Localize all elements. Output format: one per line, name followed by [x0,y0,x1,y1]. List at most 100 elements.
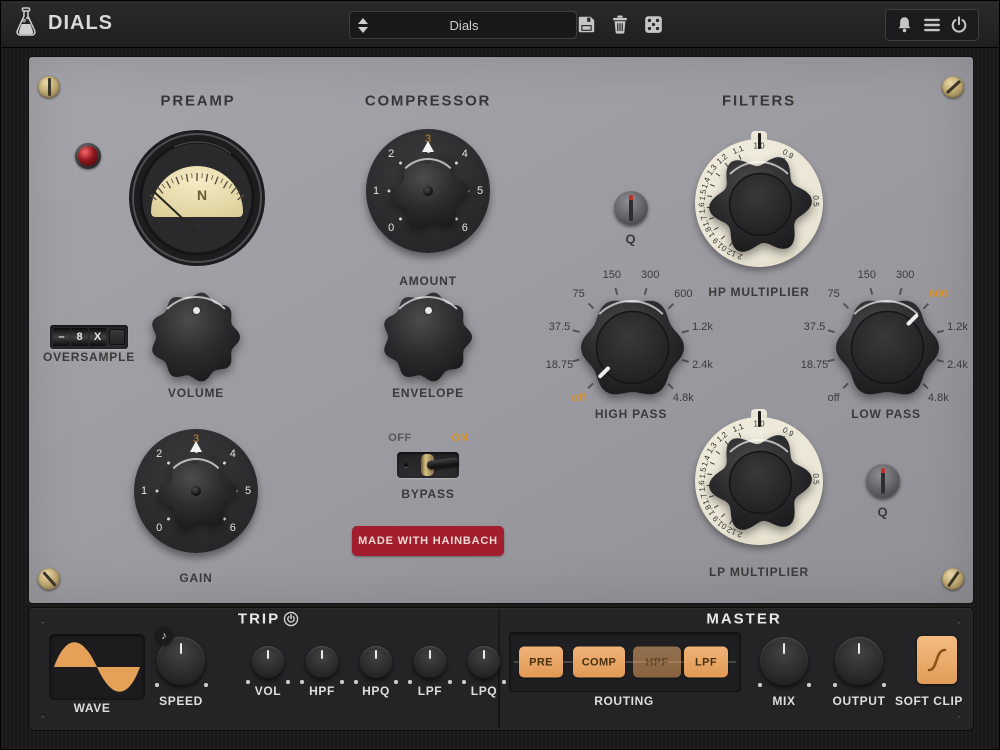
topbar: DIALS Dials [1,1,999,48]
random-preset-button[interactable] [640,10,666,38]
volume-knob[interactable] [148,290,244,386]
dial-scale-label: 18.75 [801,359,829,371]
trip-power-button[interactable] [284,612,299,627]
hp-q-label: Q [626,232,637,247]
screw-bottom-left [38,568,60,590]
dial-scale-label: 37.5 [804,321,825,333]
flask-logo-icon [13,7,39,39]
trip-knob-lpq[interactable] [468,646,500,678]
oversample-button[interactable] [109,329,125,345]
dial-knob [579,294,683,398]
trip-knob-label: LPF [418,684,442,698]
preset-selector[interactable]: Dials [349,11,577,39]
preset-down-arrow-icon[interactable] [358,27,368,33]
bypass-switch[interactable] [397,452,459,478]
output-label: OUTPUT [833,694,886,708]
mix-knob[interactable] [760,637,808,685]
hp-q-knob[interactable] [614,191,648,225]
preset-name: Dials [376,18,576,33]
dial-scale-label: 5 [245,485,251,497]
floppy-save-icon [577,15,596,34]
routing-button-hpf[interactable]: HPF [633,647,681,678]
soft-clip-curve-icon [925,645,949,675]
tempo-sync-note-icon[interactable]: ♪ [155,627,173,645]
dial-knob [707,429,811,533]
oversample-wheel: – [53,328,70,346]
power-icon [284,612,299,627]
hamburger-menu-icon [923,17,941,33]
lp-q-knob[interactable] [866,464,900,498]
envelope-knob[interactable] [380,290,476,386]
routing-button-lpf[interactable]: LPF [684,647,728,678]
trip-knob-lpf[interactable] [414,646,446,678]
knob-range-dot [340,680,344,684]
trip-knob-label: LPQ [471,684,497,698]
made-with-hainbach-badge[interactable]: MADE WITH HAINBACH [352,526,504,556]
delete-preset-button[interactable] [607,10,633,38]
bypass-off-label: OFF [388,432,412,444]
envelope-label: ENVELOPE [392,386,464,400]
trip-knob-label: HPF [309,684,335,698]
bypass-label: BYPASS [401,487,454,501]
dial-scale-label: 5 [477,185,483,197]
soft-clip-label: SOFT CLIP [895,694,963,708]
panel-dot [41,714,45,718]
notifications-button[interactable] [896,16,913,34]
soft-clip-button[interactable] [917,636,957,684]
meter-letter: N [197,187,207,203]
amount-dial[interactable]: 0123456 [346,109,510,273]
dial-knob [707,151,811,255]
knob-min-dot [758,683,762,687]
section-title-preamp: PREAMP [161,93,236,110]
trip-knob-vol[interactable] [252,646,284,678]
mix-label: MIX [772,694,795,708]
dial-scale-label: 1.6 [697,202,707,214]
section-title-filters: FILTERS [722,93,796,110]
amount-label: AMOUNT [399,274,456,288]
preset-up-arrow-icon[interactable] [358,18,368,24]
oversample-switch[interactable]: – 8 X [50,325,128,349]
section-title-compressor: COMPRESSOR [365,93,491,110]
routing-button-comp[interactable]: COMP [573,647,625,678]
trip-knob-hpq[interactable] [360,646,392,678]
routing-button-pre[interactable]: PRE [519,647,563,678]
output-knob[interactable] [835,637,883,685]
save-preset-button[interactable] [573,10,599,38]
dial-decoration [425,307,432,314]
wave-label: WAVE [74,701,111,715]
panel-dot [957,714,961,718]
dial-pointer [758,411,761,427]
brand: DIALS [13,7,113,39]
trash-icon [611,15,629,34]
knob-range-dot [246,680,250,684]
app-title: DIALS [48,12,113,35]
trip-knob-hpf[interactable] [306,646,338,678]
routing-label: ROUTING [594,694,654,708]
speed-label: SPEED [159,694,203,708]
knob-min-dot [833,683,837,687]
system-buttons [885,9,979,41]
dial-scale-label: 150 [858,269,876,281]
power-button[interactable] [950,16,968,34]
knob-center-dot [191,486,201,496]
dial-scale-label: 2.4k [692,359,713,371]
wave-display[interactable] [49,634,145,700]
power-icon [950,16,968,34]
knob-center-dot [423,186,433,196]
preset-prev-next-arrows[interactable] [350,12,376,38]
knob-max-dot [807,683,811,687]
knob-max-dot [882,683,886,687]
menu-button[interactable] [923,17,941,33]
sine-wave-icon [49,634,145,700]
trip-title: TRIP [238,611,280,628]
routing-box: PRE COMP HPFLPF [509,632,741,692]
gain-dial[interactable]: 0123456 [114,409,278,573]
dial-scale-label: 2.4k [947,359,968,371]
knob-range-dot [408,680,412,684]
lp-multiplier-dial[interactable]: 2.12.01.91.81.71.61.51.41.31.21.11.00.90… [684,406,834,556]
trip-knob-label: HPQ [362,684,390,698]
dial-scale-label: 1.2k [947,321,968,333]
panel-dot [41,620,45,624]
bell-icon [896,16,913,34]
trip-knob-label: VOL [255,684,281,698]
